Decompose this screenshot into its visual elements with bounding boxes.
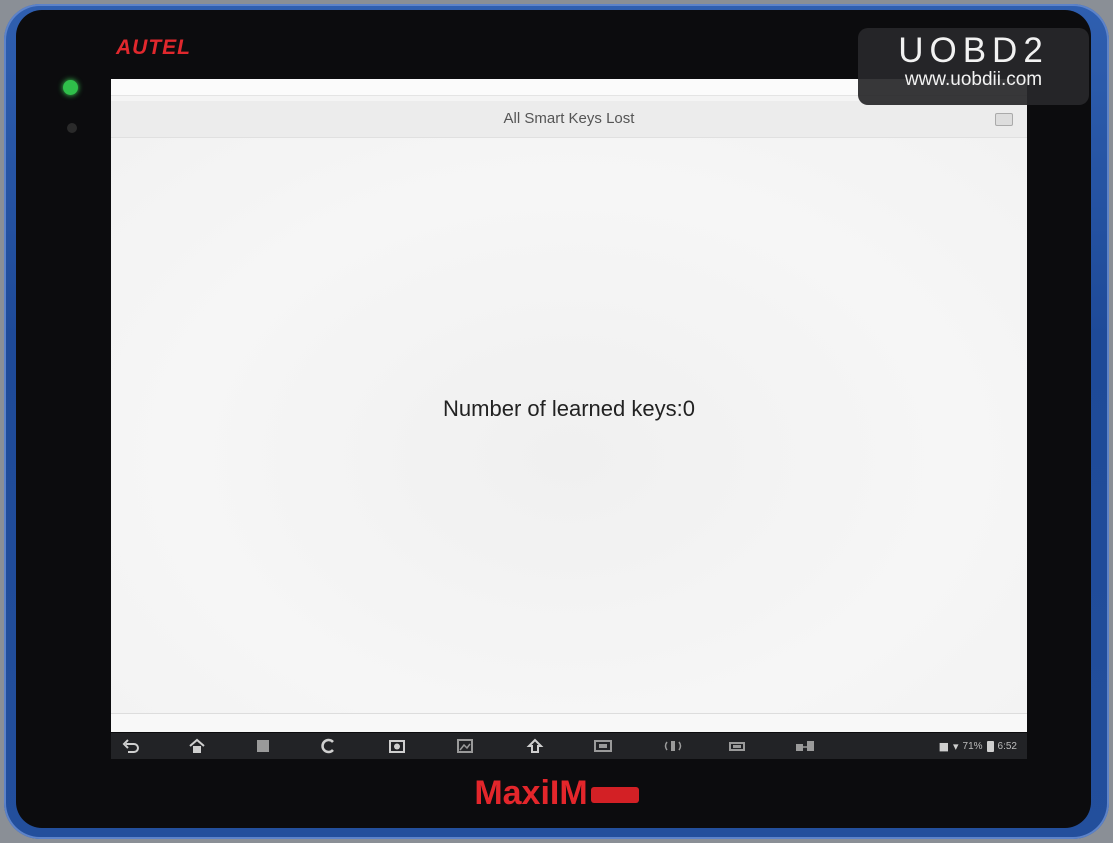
watermark-brand: UOBD2: [898, 31, 1049, 70]
battery-percent: 71%: [962, 740, 983, 752]
power-led-indicator: [63, 80, 78, 95]
chrome-button[interactable]: [315, 735, 343, 757]
recent-apps-icon: [257, 740, 269, 752]
camera-icon: [389, 740, 405, 753]
vci-upload-icon: [526, 738, 544, 753]
watermark: UOBD2 www.uobdii.com: [858, 28, 1089, 105]
page-title: All Smart Keys Lost: [503, 110, 635, 127]
vci-icon: [594, 740, 612, 752]
pc-link-button[interactable]: [791, 735, 819, 757]
navigation-bar: ■ ▾ 71% 6:52: [111, 733, 1027, 759]
product-badge: [590, 787, 639, 804]
battery-icon: [986, 740, 994, 752]
learned-keys-message: Number of learned keys:0: [443, 396, 695, 421]
vci-button[interactable]: [589, 735, 617, 757]
back-button[interactable]: [117, 735, 145, 757]
chrome-icon: [321, 738, 334, 754]
home-icon: [189, 738, 205, 753]
vci-upload-button[interactable]: [521, 735, 549, 757]
car-button[interactable]: [723, 735, 751, 757]
brand-logo: AUTEL: [116, 36, 191, 59]
screenshot-icon: [457, 739, 473, 753]
home-button[interactable]: [183, 735, 211, 757]
camera-button[interactable]: [383, 735, 411, 757]
recent-apps-button[interactable]: [249, 735, 277, 757]
wifi-icon: ▾: [952, 739, 959, 753]
signal-button[interactable]: [659, 735, 687, 757]
screen: All Smart Keys Lost Number of learned ke…: [111, 79, 1027, 732]
window-icon[interactable]: [995, 113, 1013, 126]
status-led-indicator: [67, 123, 77, 133]
screen-bottom-strip: [111, 713, 1027, 732]
status-area: ■ ▾ 71% 6:52: [939, 738, 1017, 754]
clock-time: 6:52: [997, 740, 1017, 752]
message-icon: ■: [938, 739, 949, 753]
screenshot-button[interactable]: [451, 735, 479, 757]
back-icon: [122, 739, 139, 753]
title-bar: All Smart Keys Lost: [111, 101, 1027, 138]
content-area: Number of learned keys:0: [111, 138, 1027, 718]
car-icon: [729, 742, 745, 751]
watermark-url: www.uobdii.com: [904, 69, 1043, 90]
product-name: MaxiIM: [474, 774, 588, 812]
pc-link-icon: [796, 741, 814, 751]
signal-icon: [664, 741, 682, 751]
product-logo: MaxiIM: [0, 774, 1113, 813]
